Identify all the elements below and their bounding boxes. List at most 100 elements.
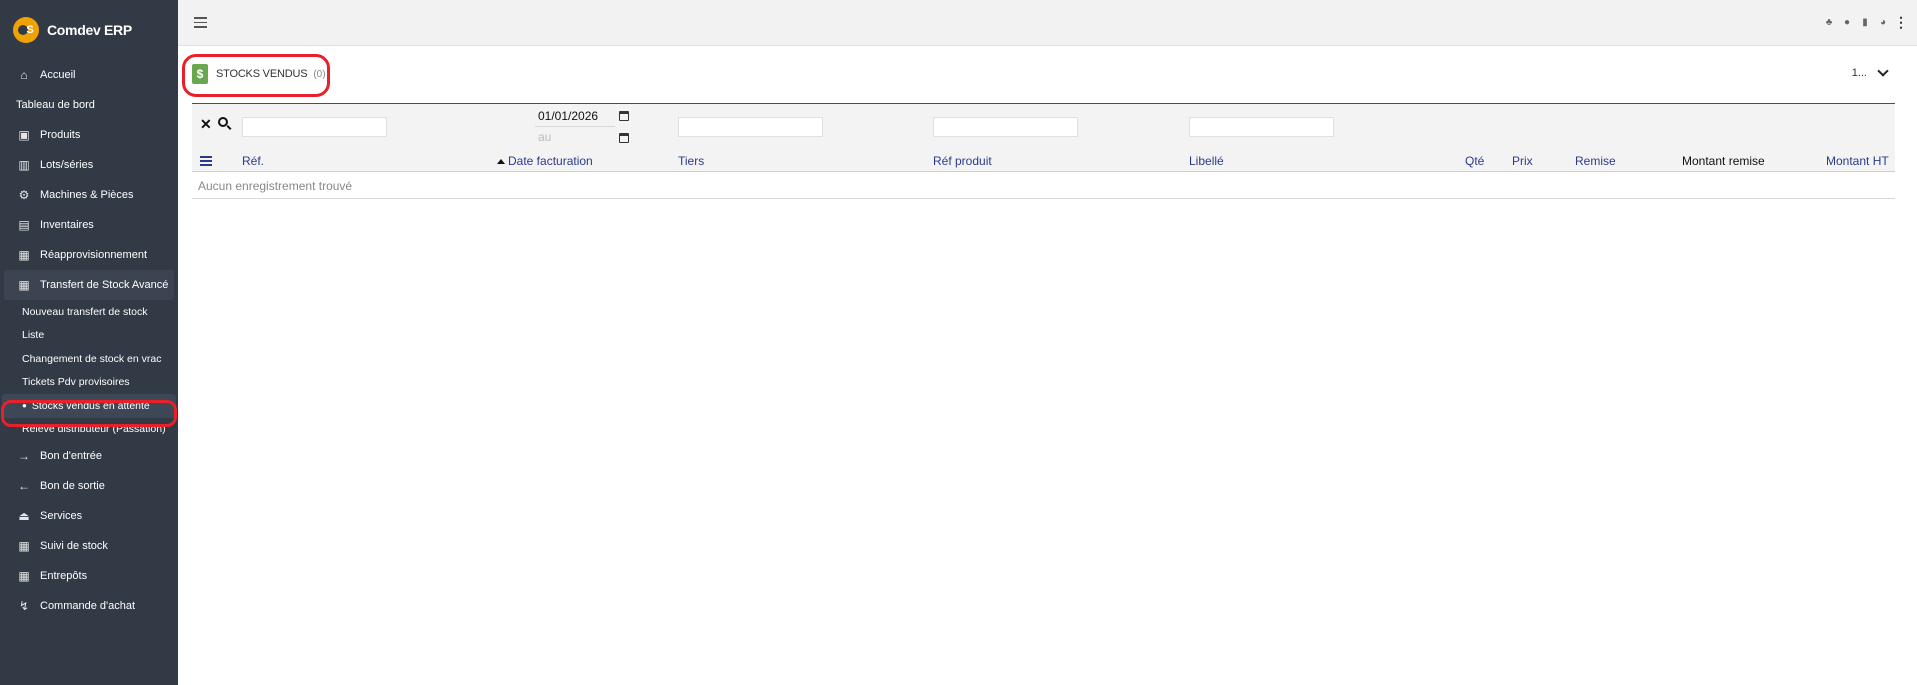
submenu-item-label: Relevé distributeur (Passation) — [22, 423, 166, 436]
filter-row: ✕ 01/01/2026 au — [192, 104, 1895, 150]
search-icon[interactable] — [218, 117, 228, 127]
sidebar-item-label: Tableau de bord — [16, 99, 95, 111]
col-tiers[interactable]: Tiers — [678, 154, 704, 168]
sidebar-item-reapprovisionnement[interactable]: ▦ Réapprovisionnement — [0, 240, 178, 270]
sidebar-item-machines[interactable]: ⚙ Machines & Pièces — [0, 180, 178, 210]
warehouse-icon: ▦ — [18, 248, 30, 262]
bell-icon: ⏏ — [18, 509, 30, 523]
bullet-icon: ● — [22, 401, 27, 411]
sidebar-item-tableau-de-bord[interactable]: Tableau de bord — [0, 90, 178, 120]
col-montant-ht[interactable]: Montant HT — [1826, 154, 1889, 168]
sidebar-item-label: Services — [40, 510, 83, 522]
sidebar-item-services[interactable]: ⏏ Services — [0, 501, 178, 531]
chat-icon[interactable]: ● — [1841, 17, 1853, 29]
arrow-right-icon: → — [18, 449, 30, 463]
col-remise[interactable]: Remise — [1575, 154, 1616, 168]
warehouse-icon: ▦ — [18, 569, 30, 583]
empty-message: Aucun enregistrement trouvé — [198, 179, 353, 193]
sidebar-item-label: Bon de sortie — [40, 480, 105, 492]
sidebar-item-produits[interactable]: ▣ Produits — [0, 120, 178, 150]
box-icon: ▣ — [18, 128, 30, 142]
submenu-item-liste[interactable]: Liste — [0, 324, 178, 348]
sidebar-item-label: Inventaires — [40, 219, 94, 231]
sidebar-item-label: Accueil — [40, 69, 76, 81]
sidebar-item-bon-sortie[interactable]: ← Bon de sortie — [0, 471, 178, 501]
submenu-item-nouveau-transfert[interactable]: Nouveau transfert de stock — [0, 300, 178, 324]
sidebar-item-entrepots[interactable]: ▦ Entrepôts — [0, 561, 178, 591]
col-qte[interactable]: Qté — [1465, 154, 1484, 168]
sidebar-item-label: Machines & Pièces — [40, 189, 134, 201]
clipboard-icon[interactable]: ▮ — [1859, 17, 1871, 29]
barcode-icon: ▥ — [18, 158, 30, 172]
main-content: $ STOCKS VENDUS (0) 1... ✕ 01/01/2026 au… — [178, 46, 1917, 685]
cogs-icon: ⚙ — [18, 188, 30, 202]
sidebar-item-label: Commande d'achat — [40, 600, 136, 612]
list-columns-icon[interactable] — [200, 156, 212, 168]
dolly-icon: ↯ — [18, 599, 30, 613]
pagination-value: 1... — [1851, 67, 1867, 79]
calendar-icon[interactable] — [619, 133, 629, 143]
sidebar-item-lots-series[interactable]: ▥ Lots/séries — [0, 150, 178, 180]
user-avatar-icon[interactable]: ◕ — [1877, 17, 1889, 29]
data-table: ✕ 01/01/2026 au Réf. Date facturation Ti… — [192, 103, 1895, 199]
sort-asc-icon — [497, 159, 505, 164]
sidebar-item-label: Produits — [40, 129, 81, 141]
menu-toggle-icon[interactable] — [194, 17, 207, 28]
home-icon: ⌂ — [20, 68, 28, 82]
sidebar-item-transfert-stock[interactable]: ▦ Transfert de Stock Avancé — [4, 270, 174, 300]
submenu-item-stocks-vendus[interactable]: ● Stocks vendus en attente — [2, 394, 176, 418]
brand-logo-icon: S — [13, 17, 39, 43]
date-to-input[interactable]: au — [538, 130, 551, 144]
sidebar: S Comdev ERP ⌂ Accueil Tableau de bord ▣… — [0, 0, 178, 685]
sidebar-item-label: Réapprovisionnement — [40, 249, 148, 261]
filter-tiers-input[interactable] — [678, 117, 823, 137]
sidebar-menu: ⌂ Accueil Tableau de bord ▣ Produits ▥ L… — [0, 60, 178, 621]
more-vert-icon[interactable]: ⋮ — [1894, 14, 1908, 30]
sidebar-item-commande-achat[interactable]: ↯ Commande d'achat — [0, 591, 178, 621]
arrow-left-icon: ← — [18, 479, 30, 493]
sidebar-item-inventaires[interactable]: ▤ Inventaires — [0, 210, 178, 240]
filter-ref-input[interactable] — [242, 117, 387, 137]
filter-ref-produit-input[interactable] — [933, 117, 1078, 137]
col-ref-produit[interactable]: Réf produit — [933, 154, 992, 168]
top-bar: ♣ ● ▮ ◕ ⋮ — [178, 0, 1917, 46]
sidebar-item-label: Transfert de Stock Avancé — [40, 279, 169, 291]
brand[interactable]: S Comdev ERP — [0, 0, 178, 60]
sidebar-item-suivi-stock[interactable]: ▦ Suivi de stock — [0, 531, 178, 561]
col-prix[interactable]: Prix — [1512, 154, 1533, 168]
date-from-input[interactable]: 01/01/2026 — [538, 109, 598, 123]
sidebar-item-accueil[interactable]: ⌂ Accueil — [0, 60, 178, 90]
col-ref[interactable]: Réf. — [242, 154, 264, 168]
record-count: (0) — [313, 68, 326, 80]
sidebar-item-bon-entree[interactable]: → Bon d'entrée — [0, 441, 178, 471]
empty-row: Aucun enregistrement trouvé — [192, 172, 1895, 199]
submenu-item-releve-distributeur[interactable]: Relevé distributeur (Passation) — [0, 418, 178, 442]
sidebar-item-label: Suivi de stock — [40, 540, 108, 552]
sidebar-submenu: Nouveau transfert de stock Liste Changem… — [0, 300, 178, 441]
sidebar-item-label: Bon d'entrée — [40, 450, 103, 462]
notifications-icon[interactable]: ♣ — [1823, 17, 1835, 29]
col-date-facturation[interactable]: Date facturation — [497, 154, 593, 168]
submenu-item-label: Tickets Pdv provisoires — [22, 376, 130, 389]
boxes-icon: ▤ — [18, 218, 30, 232]
page-header: $ STOCKS VENDUS (0) — [192, 64, 326, 84]
top-bar-actions: ♣ ● ▮ ◕ ⋮ — [1823, 14, 1908, 30]
pagination-select[interactable]: 1... — [1851, 65, 1889, 79]
submenu-item-tickets-pdv[interactable]: Tickets Pdv provisoires — [0, 371, 178, 395]
sidebar-item-label: Lots/séries — [40, 159, 94, 171]
chevron-down-icon — [1877, 65, 1889, 77]
calendar-icon[interactable] — [619, 111, 629, 121]
filter-libelle-input[interactable] — [1189, 117, 1334, 137]
col-label: Date facturation — [508, 154, 593, 168]
submenu-item-label: Stocks vendus en attente — [31, 399, 150, 412]
invoice-dollar-icon: $ — [192, 64, 208, 84]
col-montant-remise: Montant remise — [1682, 154, 1765, 168]
table-header: Réf. Date facturation Tiers Réf produit … — [192, 150, 1895, 172]
clear-filter-icon[interactable]: ✕ — [200, 116, 212, 133]
col-libelle[interactable]: Libellé — [1189, 154, 1224, 168]
submenu-item-label: Liste — [22, 329, 45, 342]
sidebar-item-label: Entrepôts — [40, 570, 88, 582]
warehouse-icon: ▦ — [18, 278, 30, 292]
warehouse-icon: ▦ — [18, 539, 30, 553]
submenu-item-changement-vrac[interactable]: Changement de stock en vrac — [0, 347, 178, 371]
